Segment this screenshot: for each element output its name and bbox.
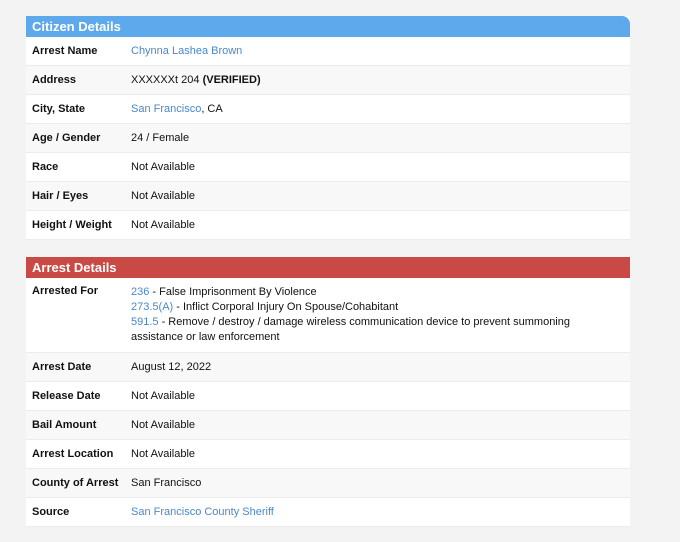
row-county-of-arrest: County of Arrest San Francisco: [26, 469, 630, 498]
row-release-date: Release Date Not Available: [26, 382, 630, 411]
arrest-location-value: Not Available: [131, 448, 196, 460]
row-hair-eyes: Hair / Eyes Not Available: [26, 182, 630, 211]
charge-desc: - False Imprisonment By Violence: [149, 286, 317, 298]
citizen-details-panel: Citizen Details Arrest Name Chynna Lashe…: [26, 16, 630, 240]
bail-amount-label: Bail Amount: [32, 419, 97, 431]
bail-amount-value: Not Available: [131, 419, 196, 431]
county-of-arrest-label: County of Arrest: [32, 477, 119, 489]
address-verified: (VERIFIED): [202, 74, 261, 86]
county-of-arrest-value: San Francisco: [131, 477, 202, 489]
charge-code-link[interactable]: 273.5(A): [131, 301, 173, 313]
arrested-for-label: Arrested For: [32, 285, 99, 297]
charge-code-link[interactable]: 591.5: [131, 316, 159, 328]
row-arrest-date: Arrest Date August 12, 2022: [26, 353, 630, 382]
arrest-details-table: Arrested For 236 - False Imprisonment By…: [26, 278, 630, 527]
race-value: Not Available: [131, 161, 196, 173]
source-label: Source: [32, 506, 70, 518]
row-address: Address XXXXXXt 204 (VERIFIED): [26, 66, 630, 95]
row-arrested-for: Arrested For 236 - False Imprisonment By…: [26, 278, 630, 353]
source-link[interactable]: San Francisco County Sheriff: [131, 506, 274, 518]
arrest-date-label: Arrest Date: [32, 361, 92, 373]
row-height-weight: Height / Weight Not Available: [26, 211, 630, 240]
arrest-name-label: Arrest Name: [32, 45, 98, 57]
age-gender-label: Age / Gender: [32, 132, 101, 144]
row-source: Source San Francisco County Sheriff: [26, 498, 630, 527]
address-value: XXXXXXt 204: [131, 74, 200, 86]
arrest-name-link[interactable]: Chynna Lashea Brown: [131, 45, 242, 57]
height-weight-value: Not Available: [131, 219, 196, 231]
row-bail-amount: Bail Amount Not Available: [26, 411, 630, 440]
charge-item: 236 - False Imprisonment By Violence: [131, 285, 620, 300]
arrest-date-value: August 12, 2022: [131, 361, 212, 373]
race-label: Race: [32, 161, 59, 173]
row-arrest-location: Arrest Location Not Available: [26, 440, 630, 469]
charge-desc: - Inflict Corporal Injury On Spouse/Coha…: [173, 301, 399, 313]
hair-eyes-value: Not Available: [131, 190, 196, 202]
hair-eyes-label: Hair / Eyes: [32, 190, 89, 202]
city-state-label: City, State: [32, 103, 85, 115]
row-age-gender: Age / Gender 24 / Female: [26, 124, 630, 153]
citizen-details-table: Arrest Name Chynna Lashea Brown Address …: [26, 37, 630, 240]
height-weight-label: Height / Weight: [32, 219, 112, 231]
row-city-state: City, State San Francisco, CA: [26, 95, 630, 124]
state-value: , CA: [201, 103, 223, 115]
arrest-details-panel: Arrest Details Arrested For 236 - False …: [26, 257, 630, 527]
arrest-location-label: Arrest Location: [32, 448, 114, 460]
row-race: Race Not Available: [26, 153, 630, 182]
row-arrest-name: Arrest Name Chynna Lashea Brown: [26, 37, 630, 66]
release-date-value: Not Available: [131, 390, 196, 402]
charge-code-link[interactable]: 236: [131, 286, 149, 298]
address-label: Address: [32, 74, 77, 86]
arrest-details-header: Arrest Details: [26, 257, 630, 278]
charge-desc: - Remove / destroy / damage wireless com…: [131, 316, 570, 343]
city-link[interactable]: San Francisco: [131, 103, 201, 115]
age-gender-value: 24 / Female: [131, 132, 190, 144]
charge-item: 591.5 - Remove / destroy / damage wirele…: [131, 315, 620, 345]
citizen-details-header: Citizen Details: [26, 16, 630, 37]
release-date-label: Release Date: [32, 390, 101, 402]
charges-list: 236 - False Imprisonment By Violence 273…: [131, 285, 630, 345]
charge-item: 273.5(A) - Inflict Corporal Injury On Sp…: [131, 300, 620, 315]
